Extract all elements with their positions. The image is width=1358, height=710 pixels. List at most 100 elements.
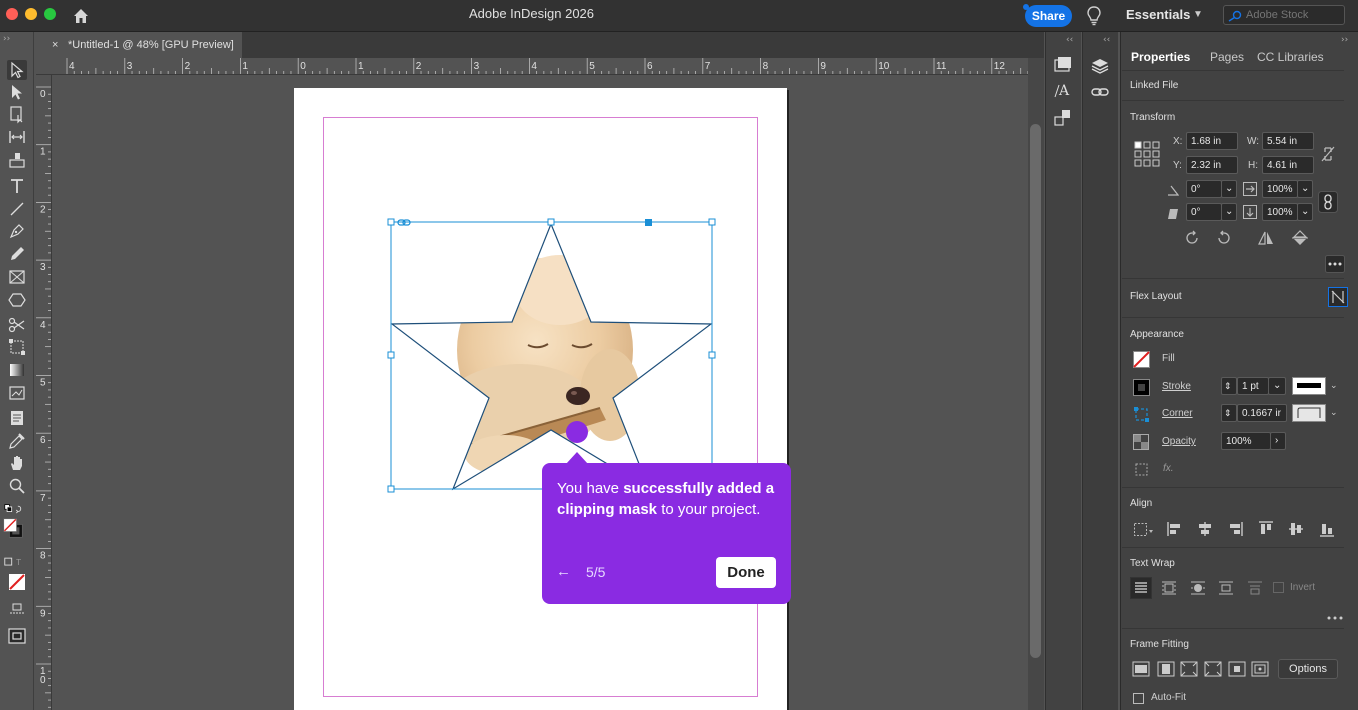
jump-object-icon[interactable] — [1218, 580, 1234, 601]
scale-y-field[interactable] — [1262, 203, 1298, 221]
stroke-stepper[interactable]: ⇕ — [1221, 377, 1237, 395]
shear-angle-field[interactable] — [1186, 203, 1222, 221]
tooltip-message: You have successfully added a clipping m… — [557, 480, 775, 518]
scale-x-field[interactable] — [1262, 180, 1298, 198]
fill-label: Fill — [1162, 353, 1175, 364]
fit-content-to-frame-icon[interactable] — [1204, 661, 1222, 682]
rotate-counterclockwise-icon[interactable] — [1215, 229, 1233, 252]
svg-text:››: ›› — [1341, 35, 1348, 45]
auto-fit-label: Auto-Fit — [1151, 692, 1187, 703]
fit-content-proportionally-icon[interactable] — [1157, 661, 1175, 682]
divider — [1122, 547, 1344, 548]
more-options-icon[interactable] — [1327, 609, 1343, 627]
appearance-heading: Appearance — [1130, 329, 1184, 340]
rotate-angle-icon — [1167, 183, 1180, 201]
flip-horizontal-icon[interactable] — [1257, 229, 1275, 252]
corner-label[interactable]: Corner — [1162, 408, 1193, 419]
chevron-down-icon[interactable]: ⌄ — [1330, 407, 1338, 418]
no-text-wrap-icon[interactable] — [1130, 577, 1152, 604]
divider — [1122, 278, 1344, 279]
wrap-bounding-box-icon[interactable] — [1161, 580, 1177, 601]
corner-stepper[interactable]: ⇕ — [1221, 404, 1237, 422]
panel-dock-2: ‹‹ — [1082, 32, 1118, 710]
more-options-icon[interactable] — [1325, 255, 1345, 278]
align-horizontal-center-icon[interactable] — [1197, 521, 1213, 542]
rotation-angle-field[interactable] — [1186, 180, 1222, 198]
effects-fx-button[interactable]: fx. — [1163, 463, 1174, 474]
h-label: H: — [1248, 160, 1258, 171]
flex-layout-icon[interactable] — [1328, 287, 1348, 312]
scrollbar-thumb[interactable] — [1030, 124, 1041, 658]
flip-vertical-icon[interactable] — [1291, 229, 1309, 252]
stroke-type-swatch[interactable] — [1292, 377, 1326, 400]
invert-checkbox[interactable] — [1273, 581, 1285, 599]
y-position-field[interactable] — [1186, 156, 1238, 174]
y-label: Y: — [1173, 160, 1182, 171]
chevron-down-icon[interactable]: ⌄ — [1297, 180, 1313, 198]
align-to-selection-icon[interactable] — [1133, 521, 1155, 544]
divider — [1122, 100, 1344, 101]
tab-cc-libraries[interactable]: CC Libraries — [1257, 50, 1324, 64]
x-label: X: — [1173, 136, 1183, 147]
link-scale-icon[interactable] — [1318, 191, 1338, 218]
chevron-down-icon[interactable]: ⌄ — [1268, 377, 1286, 395]
tab-properties[interactable]: Properties — [1131, 50, 1190, 64]
tooltip-back-arrow-icon[interactable]: ← — [556, 563, 571, 580]
chevron-down-icon[interactable]: ⌄ — [1221, 180, 1237, 198]
panel-dock-1: ‹‹ — [1045, 32, 1081, 710]
svg-text:‹‹: ‹‹ — [1103, 35, 1110, 45]
fill-swatch[interactable] — [1133, 351, 1150, 373]
align-top-icon[interactable] — [1258, 521, 1274, 542]
width-field[interactable] — [1262, 132, 1314, 150]
frame-fitting-options-button[interactable]: Options — [1278, 659, 1338, 679]
stroke-label[interactable]: Stroke — [1162, 381, 1191, 392]
done-button[interactable]: Done — [716, 557, 776, 588]
height-field[interactable] — [1262, 156, 1314, 174]
svg-text:A: A — [1058, 83, 1070, 99]
stroke-swatch[interactable] — [1133, 379, 1150, 401]
effects-frame-icon[interactable] — [1134, 462, 1150, 483]
flex-layout-heading: Flex Layout — [1130, 291, 1182, 302]
corner-radius-field[interactable] — [1237, 404, 1287, 422]
auto-fit-checkbox[interactable] — [1133, 692, 1145, 710]
chevron-down-icon[interactable]: ⌄ — [1330, 380, 1338, 391]
x-position-field[interactable] — [1186, 132, 1238, 150]
properties-panel: ›› — [1120, 32, 1358, 710]
frame-fitting-heading: Frame Fitting — [1130, 639, 1189, 650]
scale-y-icon — [1243, 205, 1257, 224]
layers-icon[interactable] — [1090, 56, 1110, 76]
corner-shape-swatch[interactable] — [1292, 404, 1326, 427]
divider — [1122, 628, 1344, 629]
rotate-clockwise-icon[interactable] — [1183, 229, 1201, 252]
jump-to-next-column-icon[interactable] — [1247, 580, 1263, 601]
align-left-icon[interactable] — [1167, 521, 1183, 542]
center-content-icon[interactable] — [1228, 661, 1246, 682]
fit-frame-to-content-icon[interactable] — [1180, 661, 1198, 682]
align-bottom-icon[interactable] — [1319, 521, 1335, 542]
align-right-icon[interactable] — [1227, 521, 1243, 542]
transform-heading: Transform — [1130, 112, 1176, 123]
cc-libraries-icon[interactable] — [1053, 55, 1073, 75]
align-vertical-center-icon[interactable] — [1288, 521, 1304, 542]
chevron-right-icon[interactable]: › — [1270, 432, 1286, 450]
links-panel-icon[interactable] — [1053, 108, 1073, 128]
reference-point-icon[interactable] — [1134, 141, 1160, 172]
corner-icon[interactable] — [1133, 406, 1150, 428]
content-aware-fit-icon[interactable] — [1251, 661, 1269, 682]
dog-image — [392, 224, 711, 489]
fill-frame-proportionally-icon[interactable] — [1132, 661, 1150, 682]
opacity-label[interactable]: Opacity — [1162, 436, 1196, 447]
tooltip-step-counter: 5/5 — [586, 564, 606, 580]
invert-label: Invert — [1290, 582, 1316, 593]
chevron-down-icon[interactable]: ⌄ — [1297, 203, 1313, 221]
linked-file-heading[interactable]: Linked File — [1130, 80, 1178, 91]
wrap-object-shape-icon[interactable] — [1190, 580, 1206, 601]
constrain-proportions-icon[interactable] — [1321, 146, 1335, 167]
stroke-weight-field[interactable] — [1237, 377, 1269, 395]
tab-pages[interactable]: Pages — [1210, 50, 1244, 64]
link-icon[interactable] — [1090, 82, 1110, 102]
character-styles-icon[interactable]: A — [1053, 81, 1073, 101]
opacity-field[interactable] — [1221, 432, 1271, 450]
chevron-down-icon[interactable]: ⌄ — [1221, 203, 1237, 221]
scale-x-icon — [1243, 182, 1257, 201]
